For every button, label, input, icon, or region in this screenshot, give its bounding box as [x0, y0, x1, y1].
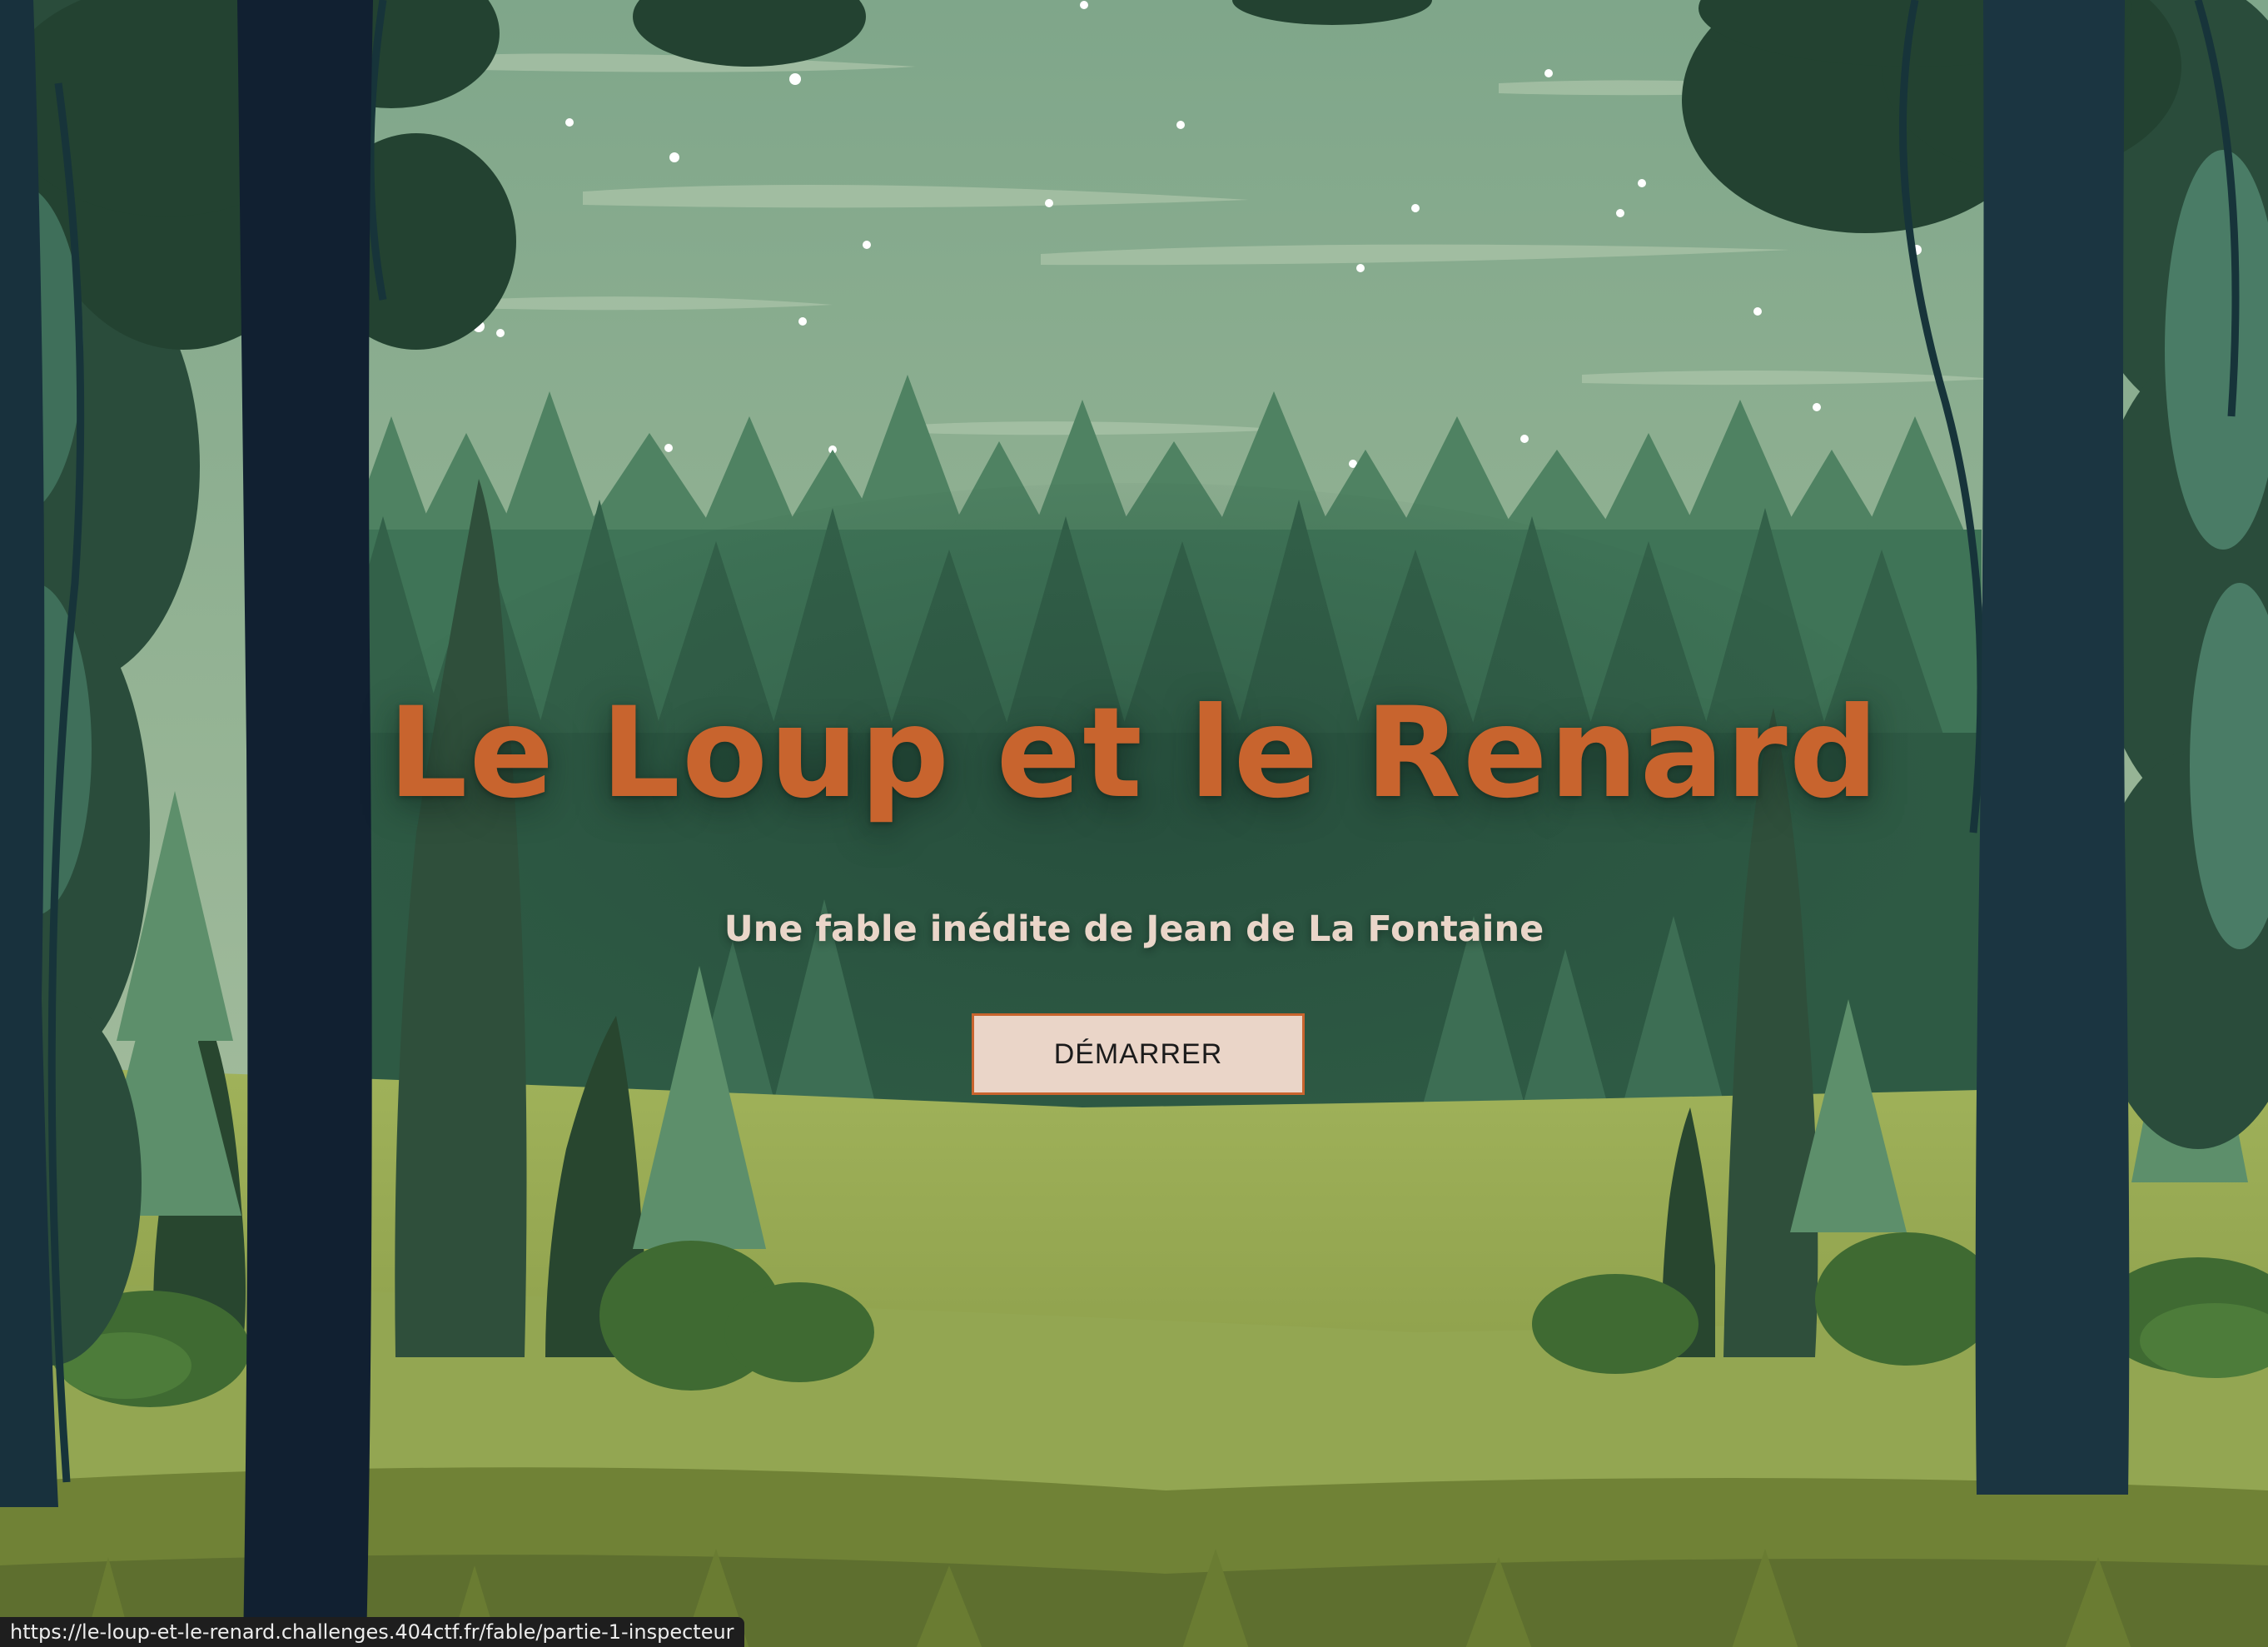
hero-section: Le Loup et le Renard Une fable inédite d…	[0, 0, 2268, 1647]
page-subtitle: Une fable inédite de Jean de La Fontaine	[724, 908, 1544, 950]
start-button[interactable]: DÉMARRER	[972, 1013, 1305, 1095]
link-preview-status-bar: https://le-loup-et-le-renard.challenges.…	[0, 1617, 744, 1647]
fable-landing-page: Le Loup et le Renard Une fable inédite d…	[0, 0, 2268, 1647]
page-title: Le Loup et le Renard	[387, 681, 1881, 826]
